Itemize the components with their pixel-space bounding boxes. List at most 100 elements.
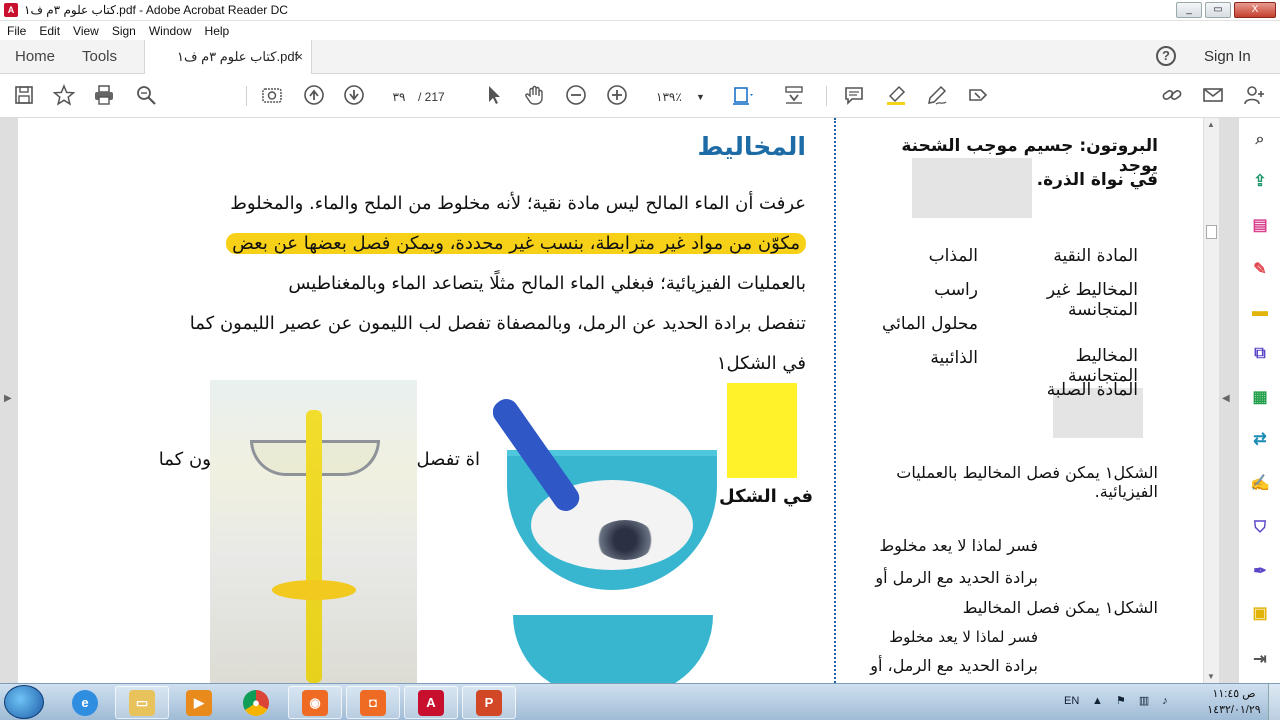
chrome-taskbar-button[interactable]: ● [229, 686, 283, 719]
page-total: / 217 [418, 90, 445, 104]
right-panel-collapse-icon[interactable]: ◀ [1222, 393, 1230, 404]
text-line: تنفصل برادة الحديد عن الرمل، وبالمصفاة ت… [189, 313, 806, 334]
system-tray-icons[interactable]: ▲ ⚑ ▥ ♪ [1092, 694, 1173, 707]
create-pdf-icon[interactable]: ▤ [1248, 214, 1272, 238]
send-signature-icon[interactable]: ✒ [1248, 560, 1272, 584]
maximize-button[interactable]: ▭ [1205, 2, 1231, 18]
fit-page-icon[interactable] [730, 84, 754, 108]
comment-panel-icon[interactable]: ▬ [1248, 300, 1272, 324]
window-controls: _ ▭ X [1176, 2, 1276, 18]
sidebar-term: محلول المائي [881, 314, 978, 334]
clock-date[interactable]: ١٤٣٢/٠١/٢٩ [1206, 703, 1262, 716]
camera-taskbar-button[interactable]: ◘ [346, 686, 400, 719]
show-desktop-button[interactable] [1268, 684, 1280, 720]
ie-taskbar-button[interactable]: e [58, 686, 112, 719]
sidebar-bullet: المخاليط غير المتجانسة [1046, 280, 1138, 320]
share-link-icon[interactable] [1160, 84, 1184, 108]
print-icon[interactable] [92, 84, 116, 108]
vertical-scrollbar[interactable]: ▲ ▼ [1203, 118, 1219, 683]
powerpoint-taskbar-button[interactable]: P [462, 686, 516, 719]
media-player-taskbar-button[interactable]: ▶ [172, 686, 226, 719]
combine-files-icon[interactable]: ⧉ [1248, 342, 1272, 366]
document-viewer[interactable]: ▶ المخاليط عرفت أن الماء المالح ليس مادة… [0, 118, 1238, 683]
select-cursor-icon[interactable] [482, 84, 506, 108]
body-line-5: في الشكل١ [130, 344, 806, 384]
toolbar-divider [826, 86, 827, 106]
bowl-shape [513, 615, 713, 683]
acrobat-icon: A [418, 689, 444, 716]
fill-sign-icon[interactable] [966, 84, 990, 108]
tab-document[interactable]: كتاب علوم ٣م ف١.pdf × [144, 40, 312, 74]
collapse-panel-icon[interactable]: ⇥ [1248, 648, 1272, 672]
menu-help[interactable]: Help [205, 24, 230, 38]
minimize-button[interactable]: _ [1176, 2, 1202, 18]
help-icon[interactable]: ? [1156, 46, 1176, 66]
zoom-in-icon[interactable] [605, 84, 629, 108]
menu-edit[interactable]: Edit [39, 24, 60, 38]
tab-home[interactable]: Home [15, 40, 55, 73]
tools-panel: ⌕ ⇪ ▤ ✎ ▬ ⧉ ▦ ⇄ ✍ ⛉ ✒ ▣ ⇥ [1238, 118, 1280, 683]
fill-sign-panel-icon[interactable]: ✍ [1248, 472, 1272, 496]
start-button[interactable] [4, 685, 44, 719]
record-icon: ◉ [302, 689, 328, 716]
menu-file[interactable]: File [7, 24, 26, 38]
taskbar: e ▭ ▶ ● ◉ ◘ A P EN ▲ ⚑ ▥ ♪ ص ١١:٤٥ ١٤٣٢/… [0, 683, 1280, 720]
scroll-thumb[interactable] [1206, 225, 1217, 239]
scroll-down-icon[interactable]: ▼ [1207, 672, 1215, 681]
comment-icon[interactable] [842, 84, 866, 108]
draw-pen-icon[interactable] [925, 84, 949, 108]
previous-page-icon[interactable] [302, 84, 326, 108]
zoom-dropdown-icon[interactable]: ▼ [696, 87, 705, 107]
juice-stream-shape [306, 410, 322, 683]
scroll-mode-icon[interactable] [782, 84, 806, 108]
explorer-taskbar-button[interactable]: ▭ [115, 686, 169, 719]
close-tab-icon[interactable]: × [295, 49, 303, 64]
sign-in-button[interactable]: Sign In [1204, 48, 1251, 65]
zoom-search-icon[interactable] [134, 84, 158, 108]
email-icon[interactable] [1201, 84, 1225, 108]
media-player-icon: ▶ [186, 689, 212, 716]
edit-pdf-icon[interactable]: ✎ [1248, 258, 1272, 282]
sidebar-question: فسر لماذا لا يعد مخلوط [879, 536, 1038, 555]
clock-time[interactable]: ص ١١:٤٥ [1206, 687, 1262, 700]
export-pdf-icon[interactable]: ⇪ [1248, 170, 1272, 194]
search-icon[interactable]: ⌕ [1248, 128, 1272, 152]
text-line: عرفت أن الماء المالح ليس مادة نقية؛ لأنه… [230, 193, 806, 214]
acrobat-taskbar-button[interactable]: A [404, 686, 458, 719]
more-tools-icon[interactable]: ▣ [1248, 602, 1272, 626]
tab-tools[interactable]: Tools [82, 40, 117, 73]
zoom-out-icon[interactable] [564, 84, 588, 108]
menu-bar: File Edit View Sign Window Help [0, 21, 1280, 40]
menu-view[interactable]: View [73, 24, 99, 38]
sidebar-figure-caption: الشكل١ يمكن فصل المخاليط بالعمليات الفيز… [896, 463, 1158, 501]
compress-icon[interactable]: ⇄ [1248, 428, 1272, 452]
page-heading: المخاليط [697, 132, 806, 161]
menu-sign[interactable]: Sign [112, 24, 136, 38]
lemon-juice-strainer-image [210, 380, 417, 683]
juice-pool-shape [272, 580, 356, 600]
iron-filings-shape [595, 520, 655, 560]
sidebar-proton-2: في نواة الذرة. [1036, 170, 1158, 190]
organize-pages-icon[interactable]: ▦ [1248, 386, 1272, 410]
scroll-up-icon[interactable]: ▲ [1207, 120, 1215, 129]
menu-window[interactable]: Window [149, 24, 192, 38]
next-page-icon[interactable] [342, 84, 366, 108]
text-line: بالعمليات الفيزيائية؛ فبغلي الماء المالح… [288, 273, 806, 294]
document-tab-label: كتاب علوم ٣م ف١.pdf [177, 49, 299, 64]
highlighted-text: مكوّن من مواد غير مترابطة، بنسب غير محدد… [226, 233, 806, 254]
page-number-input[interactable]: ٣٩ [384, 87, 414, 107]
caption-highlight [727, 383, 797, 478]
close-window-button[interactable]: X [1234, 2, 1276, 18]
save-icon[interactable] [12, 84, 36, 108]
bookmark-star-icon[interactable] [52, 84, 76, 108]
language-indicator[interactable]: EN [1064, 695, 1079, 707]
recorder-taskbar-button[interactable]: ◉ [288, 686, 342, 719]
left-panel-toggle-icon[interactable]: ▶ [4, 393, 12, 404]
add-user-icon[interactable] [1242, 84, 1266, 108]
snapshot-camera-icon[interactable] [260, 84, 284, 108]
window-title: كتاب علوم ٣م ف١.pdf - Adobe Acrobat Read… [24, 3, 288, 17]
zoom-level[interactable]: ١٣٩٪ [656, 87, 682, 107]
highlight-icon[interactable] [884, 84, 908, 108]
hand-tool-icon[interactable] [523, 84, 547, 108]
protect-shield-icon[interactable]: ⛉ [1248, 516, 1272, 540]
